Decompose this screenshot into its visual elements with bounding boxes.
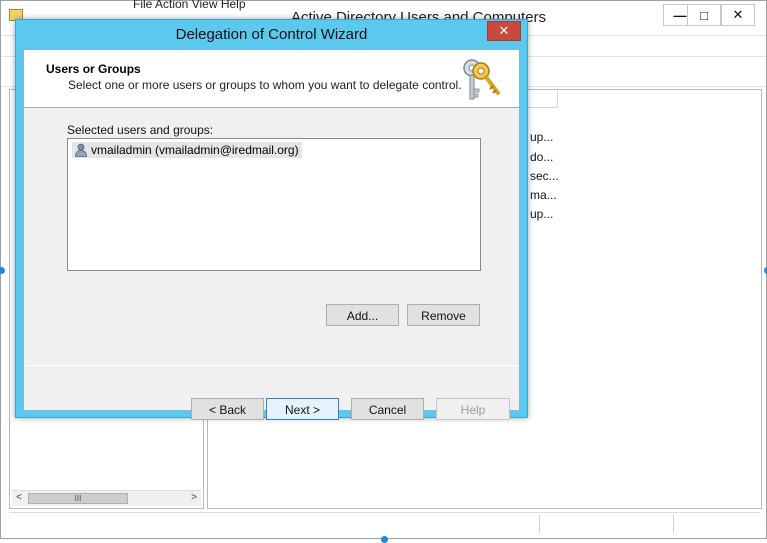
scroll-thumb[interactable]: III <box>28 493 128 504</box>
dialog-close-button[interactable]: ✕ <box>487 21 521 41</box>
list-item[interactable]: vmailadmin (vmailadmin@iredmail.org) <box>72 142 302 158</box>
column-header[interactable] <box>528 90 558 108</box>
horizontal-scrollbar[interactable]: < III > <box>12 490 201 506</box>
list-item[interactable]: sec... <box>530 169 559 183</box>
scroll-left-arrow[interactable]: < <box>12 491 26 505</box>
user-icon <box>75 143 87 157</box>
next-button[interactable]: Next > <box>266 398 339 420</box>
page-heading: Users or Groups <box>46 62 141 76</box>
page-description: Select one or more users or groups to wh… <box>68 78 462 92</box>
status-bar <box>9 512 760 534</box>
cancel-button[interactable]: Cancel <box>351 398 424 420</box>
dialog-title: Delegation of Control Wizard <box>175 26 368 43</box>
resize-handle[interactable] <box>381 536 388 543</box>
list-item[interactable]: do... <box>530 150 553 164</box>
help-button[interactable]: Help <box>436 398 510 420</box>
selected-users-label: Selected users and groups: <box>67 123 214 137</box>
wizard-header: Users or Groups Select one or more users… <box>24 50 519 108</box>
close-button[interactable]: ✕ <box>721 4 755 26</box>
list-item-label: vmailadmin (vmailadmin@iredmail.org) <box>91 143 299 157</box>
delegation-wizard-dialog: Delegation of Control Wizard ✕ Users or … <box>15 19 528 420</box>
status-separator <box>539 515 540 533</box>
list-item[interactable]: up... <box>530 207 553 221</box>
scroll-right-arrow[interactable]: > <box>187 491 201 505</box>
dialog-body: Users or Groups Select one or more users… <box>23 49 520 420</box>
keys-icon <box>463 59 500 100</box>
list-item[interactable]: up... <box>530 130 553 144</box>
maximize-button[interactable]: □ <box>687 4 721 26</box>
resize-handle[interactable] <box>0 267 5 274</box>
back-button[interactable]: < Back <box>191 398 264 420</box>
add-button[interactable]: Add... <box>326 304 399 326</box>
status-separator <box>673 515 674 533</box>
remove-button[interactable]: Remove <box>407 304 480 326</box>
list-item[interactable]: ma... <box>530 188 557 202</box>
selected-users-listbox[interactable]: vmailadmin (vmailadmin@iredmail.org) <box>67 138 481 271</box>
footer-divider <box>24 365 519 366</box>
